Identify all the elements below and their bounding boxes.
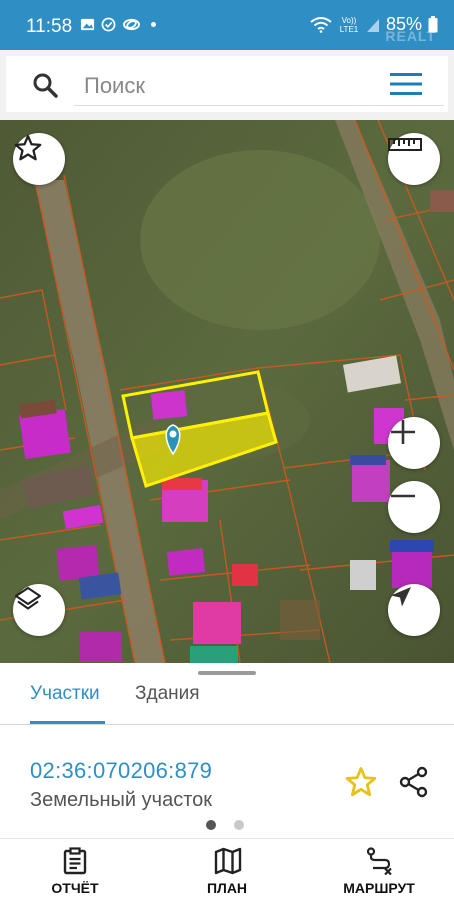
- nav-plan[interactable]: ПЛАН: [152, 839, 302, 911]
- search-input[interactable]: [74, 66, 444, 106]
- status-bar: 11:58 Vo)) LTE1 85% REALT: [0, 0, 454, 50]
- parcel-type: Земельный участок: [30, 789, 213, 811]
- map-plan-icon: [214, 847, 242, 875]
- zoom-in-button[interactable]: [388, 417, 440, 469]
- nav-route[interactable]: МАРШРУТ: [304, 839, 454, 911]
- share-icon[interactable]: [398, 766, 430, 798]
- search-bar-container: [0, 50, 454, 120]
- tab-divider: [0, 724, 454, 725]
- navigation-arrow-icon: [391, 587, 411, 607]
- satellite-map[interactable]: [0, 120, 454, 663]
- drag-handle[interactable]: [198, 671, 256, 675]
- minus-icon: [391, 494, 415, 498]
- pager-dots: [206, 820, 244, 830]
- signal-icon: [366, 18, 379, 32]
- star-outline-icon: [14, 135, 42, 161]
- ruler-icon: [388, 138, 422, 151]
- my-location-button[interactable]: [388, 584, 440, 636]
- status-time: 11:58: [26, 16, 73, 37]
- pager-dot-active: [206, 820, 216, 830]
- nav-report[interactable]: ОТЧЁТ: [0, 839, 150, 911]
- layers-icon: [15, 587, 41, 610]
- favorite-map-button[interactable]: [13, 133, 65, 185]
- tab-buildings[interactable]: Здания: [135, 683, 200, 705]
- hamburger-menu-icon[interactable]: [390, 72, 422, 96]
- zoom-out-button[interactable]: [388, 481, 440, 533]
- bottom-navigation: ОТЧЁТ ПЛАН МАРШРУТ: [0, 838, 454, 911]
- search-icon[interactable]: [32, 72, 58, 98]
- layers-button[interactable]: [13, 584, 65, 636]
- nav-report-label: ОТЧЁТ: [51, 880, 99, 896]
- star-favorite-icon[interactable]: [344, 765, 378, 799]
- cadastral-number[interactable]: 02:36:070206:879: [30, 758, 212, 784]
- check-circle-icon: [101, 17, 116, 32]
- nav-plan-label: ПЛАН: [206, 880, 248, 896]
- wifi-icon: [310, 16, 332, 33]
- pager-dot: [234, 820, 244, 830]
- watermark: REALT: [385, 28, 436, 44]
- tab-parcels[interactable]: Участки: [30, 683, 100, 705]
- link-icon: [123, 18, 140, 31]
- ruler-button[interactable]: [388, 133, 440, 185]
- dot-icon: [151, 22, 156, 27]
- gallery-icon: [80, 18, 95, 31]
- plus-icon: [391, 420, 415, 444]
- notification-icons: [80, 17, 156, 32]
- route-icon: [366, 847, 392, 875]
- nav-route-label: МАРШРУТ: [343, 880, 415, 896]
- report-icon: [63, 847, 87, 875]
- network-label: Vo)) LTE1: [339, 15, 359, 34]
- search-bar: [6, 56, 448, 112]
- map-canvas[interactable]: [0, 120, 454, 663]
